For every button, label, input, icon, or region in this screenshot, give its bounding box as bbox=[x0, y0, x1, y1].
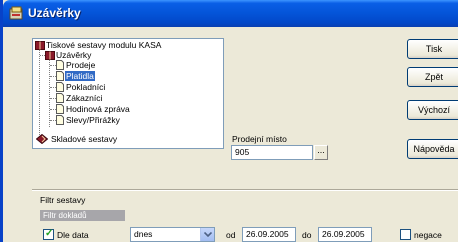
filtr-sestavy-label: Filtr sestavy bbox=[40, 195, 86, 205]
chevron-down-icon bbox=[204, 232, 212, 237]
tree-node-uzaverky[interactable]: Uzávěrky bbox=[55, 50, 92, 60]
app-icon bbox=[9, 6, 23, 20]
prodejni-misto-browse-button[interactable]: ... bbox=[314, 145, 328, 160]
book-icon bbox=[35, 41, 45, 50]
document-icon bbox=[56, 60, 64, 70]
tree-item-zakaznici[interactable]: Zákazníci bbox=[65, 93, 103, 103]
tree-item-slevy-prirazky[interactable]: Slevy/Přirážky bbox=[65, 115, 121, 125]
tree-item-hodinova-zprava[interactable]: Hodinová zpráva bbox=[65, 104, 131, 114]
uzaverky-window: Uzávěrky Tiskové sestavy modulu KASA Uzá… bbox=[0, 0, 458, 242]
od-date-input[interactable]: 26.09.2005 bbox=[242, 227, 296, 242]
vychozi-button[interactable]: Výchozí bbox=[407, 100, 458, 120]
prodejni-misto-input[interactable]: 905 bbox=[231, 145, 313, 160]
diamond-book-icon bbox=[36, 134, 48, 144]
period-select[interactable]: dnes bbox=[130, 227, 215, 242]
book-icon bbox=[45, 51, 55, 60]
dle-data-label: Dle data bbox=[57, 230, 89, 240]
document-icon bbox=[56, 82, 64, 92]
tree-item-prodeje[interactable]: Prodeje bbox=[65, 60, 96, 70]
prodejni-misto-label: Prodejní místo bbox=[232, 134, 287, 144]
filtr-dokladu-header: Filtr dokladů bbox=[40, 210, 125, 221]
tree-item-platidla[interactable]: Platidla bbox=[65, 71, 95, 81]
window-title: Uzávěrky bbox=[28, 6, 81, 20]
document-icon bbox=[56, 115, 64, 125]
dle-data-checkbox[interactable]: ✓ bbox=[43, 228, 54, 240]
tree-node-skladove-sestavy[interactable]: Skladové sestavy bbox=[50, 134, 118, 144]
zpet-button[interactable]: Zpět bbox=[407, 67, 458, 87]
report-tree[interactable]: Tiskové sestavy modulu KASA Uzávěrky Pro… bbox=[32, 38, 224, 149]
negace-label: negace bbox=[414, 230, 442, 240]
od-label: od bbox=[226, 230, 236, 240]
do-label: do bbox=[302, 230, 312, 240]
document-icon bbox=[56, 93, 64, 103]
napoveda-button[interactable]: Nápověda bbox=[407, 139, 458, 159]
tisk-button[interactable]: Tisk bbox=[407, 39, 458, 59]
document-icon bbox=[56, 71, 64, 81]
do-date-input[interactable]: 26.09.2005 bbox=[318, 227, 372, 242]
checkmark-icon: ✓ bbox=[45, 228, 54, 239]
dropdown-button[interactable] bbox=[200, 228, 214, 241]
document-icon bbox=[56, 104, 64, 114]
title-bar[interactable]: Uzávěrky bbox=[3, 0, 458, 27]
tree-item-pokladnici[interactable]: Pokladníci bbox=[65, 82, 106, 92]
negace-checkbox[interactable] bbox=[400, 229, 411, 240]
tree-root-node[interactable]: Tiskové sestavy modulu KASA bbox=[45, 40, 162, 50]
section-separator bbox=[32, 189, 458, 191]
